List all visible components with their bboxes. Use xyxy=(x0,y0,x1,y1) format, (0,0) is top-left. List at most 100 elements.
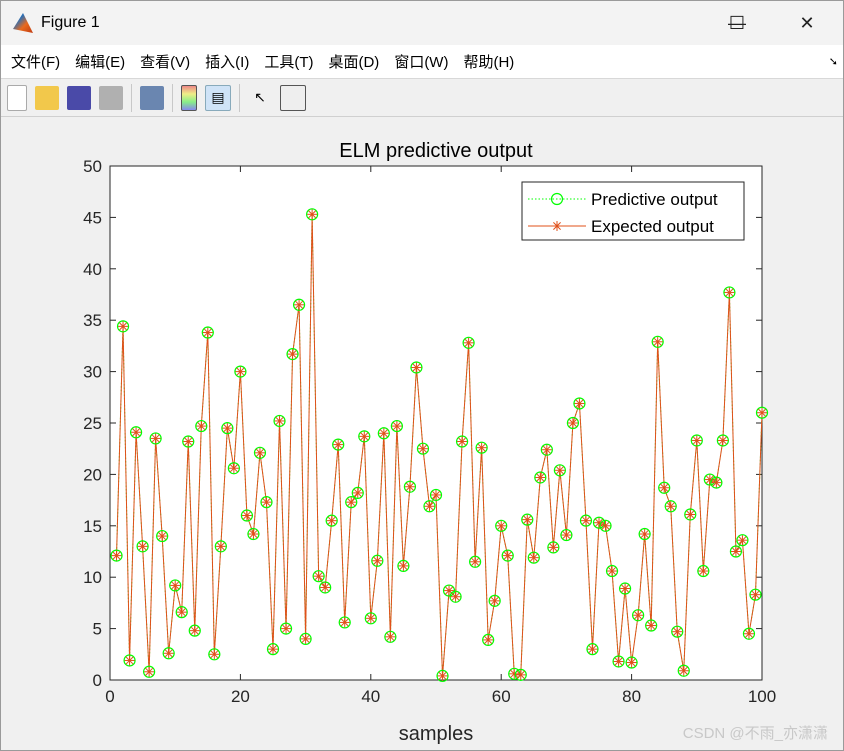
expected-point xyxy=(118,321,129,332)
x-tick-label: 60 xyxy=(492,687,511,706)
x-tick-label: 40 xyxy=(361,687,380,706)
expected-point xyxy=(404,481,415,492)
expected-point xyxy=(626,657,637,668)
expected-point xyxy=(346,497,357,508)
expected-point xyxy=(541,444,552,455)
expected-point xyxy=(757,407,767,418)
x-tick-label: 20 xyxy=(231,687,250,706)
expected-point xyxy=(535,472,546,483)
expected-point xyxy=(300,633,311,644)
expected-point xyxy=(522,514,533,525)
expected-point xyxy=(633,610,644,621)
expected-point xyxy=(743,628,754,639)
expected-point xyxy=(352,487,363,498)
y-tick-label: 5 xyxy=(93,620,102,639)
expected-point xyxy=(600,520,611,531)
expected-point xyxy=(313,571,324,582)
y-tick-label: 0 xyxy=(93,671,102,690)
expected-point xyxy=(483,634,494,645)
expected-point xyxy=(320,582,331,593)
expected-point xyxy=(131,427,142,438)
expected-point xyxy=(287,349,298,360)
expected-point xyxy=(659,482,670,493)
expected-point xyxy=(691,435,702,446)
expected-point xyxy=(241,510,252,521)
expected-point xyxy=(137,541,148,552)
legend-expected-label: Expected output xyxy=(591,217,714,236)
expected-point xyxy=(489,595,500,606)
expected-point xyxy=(678,665,689,676)
expected-point xyxy=(372,555,383,566)
expected-point xyxy=(574,398,585,409)
expected-point xyxy=(554,465,565,476)
x-tick-label: 0 xyxy=(105,687,114,706)
expected-point xyxy=(365,613,376,624)
expected-point xyxy=(202,327,213,338)
x-tick-label: 80 xyxy=(622,687,641,706)
y-tick-label: 20 xyxy=(83,465,102,484)
y-tick-label: 25 xyxy=(83,414,102,433)
expected-point xyxy=(750,589,761,600)
expected-point xyxy=(665,501,676,512)
expected-point xyxy=(222,423,233,434)
expected-point xyxy=(333,439,344,450)
y-tick-label: 30 xyxy=(83,363,102,382)
expected-point xyxy=(717,435,728,446)
expected-point xyxy=(209,649,220,660)
expected-point xyxy=(567,418,578,428)
expected-point xyxy=(424,501,435,512)
expected-point xyxy=(476,442,487,453)
expected-point xyxy=(737,535,748,546)
expected-point xyxy=(248,529,259,540)
expected-point xyxy=(281,623,292,634)
expected-point xyxy=(620,583,631,594)
chart: 0 20 40 60 80 100 0 5 10 15 20 25 30 35 40 45 50 ELM pred… xyxy=(83,140,776,745)
y-tick-label: 10 xyxy=(83,568,102,587)
expected-point xyxy=(274,415,285,426)
expected-point xyxy=(228,463,239,474)
expected-point xyxy=(528,552,539,563)
chart-title: ELM predictive output xyxy=(339,140,533,162)
expected-point xyxy=(261,497,272,508)
expected-point xyxy=(613,656,624,667)
expected-point xyxy=(698,566,709,577)
expected-point xyxy=(189,625,200,636)
expected-point xyxy=(398,560,409,571)
expected-point xyxy=(339,617,350,628)
expected-point xyxy=(437,670,448,681)
expected-point xyxy=(254,447,265,458)
y-tick-label: 50 xyxy=(83,157,102,176)
expected-point xyxy=(652,336,663,347)
y-tick-label: 40 xyxy=(83,260,102,279)
expected-point xyxy=(391,421,402,432)
expected-point xyxy=(607,566,618,577)
expected-point xyxy=(431,489,441,500)
expected-point xyxy=(307,209,318,220)
expected-point xyxy=(685,509,696,520)
expected-point xyxy=(470,556,481,567)
expected-point xyxy=(111,550,122,561)
expected-point xyxy=(580,515,591,526)
expected-point xyxy=(170,580,181,591)
expected-point xyxy=(502,550,513,561)
x-tick-label: 100 xyxy=(748,687,776,706)
expected-point xyxy=(124,655,135,666)
expected-point xyxy=(163,648,174,659)
expected-point xyxy=(150,433,161,444)
expected-point xyxy=(196,421,207,432)
expected-point xyxy=(176,607,187,618)
expected-point xyxy=(450,591,461,602)
expected-point xyxy=(561,530,572,541)
expected-point xyxy=(157,531,168,542)
expected-point xyxy=(672,626,683,637)
expected-point xyxy=(183,436,194,447)
y-tick-label: 35 xyxy=(83,311,102,330)
expected-point xyxy=(730,546,741,557)
expected-point xyxy=(411,362,422,373)
expected-point xyxy=(646,620,657,631)
expected-point xyxy=(515,669,526,680)
expected-point xyxy=(711,477,722,488)
expected-point xyxy=(587,644,598,655)
watermark: CSDN @不雨_亦潇潇 xyxy=(682,725,828,742)
expected-point xyxy=(457,436,468,447)
